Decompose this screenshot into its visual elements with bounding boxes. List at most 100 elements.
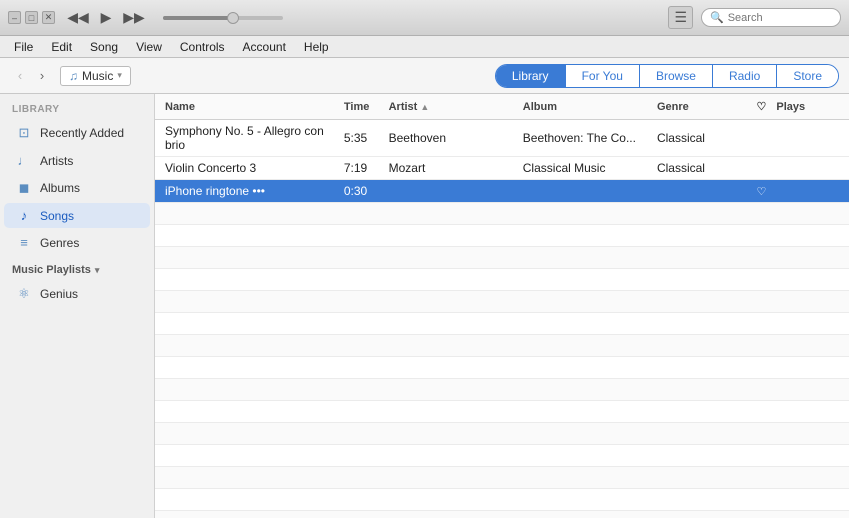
menu-song[interactable]: Song	[82, 38, 126, 56]
table-body: Symphony No. 5 - Allegro con brio 5:35 B…	[155, 120, 849, 518]
table-header: Name Time Artist ▲ Album Genre ♡ Plays	[155, 94, 849, 120]
row-name: iPhone ringtone •••	[165, 184, 344, 198]
tab-for-you[interactable]: For You	[566, 65, 640, 87]
row-artist: Mozart	[389, 161, 523, 175]
menu-view[interactable]: View	[128, 38, 170, 56]
table-row	[155, 313, 849, 335]
close-button[interactable]: ✕	[42, 11, 55, 24]
progress-knob[interactable]	[227, 12, 239, 24]
sidebar-item-label-artists: Artists	[40, 154, 73, 168]
table-row	[155, 291, 849, 313]
table-row	[155, 203, 849, 225]
sidebar-item-artists[interactable]: ♩ Artists	[4, 148, 150, 173]
sidebar-item-label-albums: Albums	[40, 181, 80, 195]
table-row	[155, 357, 849, 379]
sidebar-item-label-genius: Genius	[40, 287, 78, 301]
list-view-icon[interactable]: ☰	[668, 6, 693, 29]
breadcrumb-dropdown-icon: ▾	[117, 70, 122, 81]
sidebar-item-genius[interactable]: ⚛ Genius	[4, 281, 150, 307]
breadcrumb[interactable]: ♫ Music ▾	[60, 66, 131, 86]
nav-arrows: ‹ ›	[10, 66, 52, 86]
content-area: Name Time Artist ▲ Album Genre ♡ Plays	[155, 94, 849, 518]
back-arrow[interactable]: ‹	[10, 66, 30, 86]
col-love-header[interactable]: ♡	[746, 100, 776, 113]
menu-file[interactable]: File	[6, 38, 41, 56]
col-plays-header[interactable]: Plays	[776, 101, 839, 113]
sidebar-item-recently-added[interactable]: ⊡ Recently Added	[4, 120, 150, 146]
back-button[interactable]: ◀◀	[67, 7, 89, 29]
artists-icon: ♩	[16, 153, 32, 168]
library-section-label: Library	[0, 94, 154, 119]
table-row	[155, 445, 849, 467]
albums-icon: ◼	[16, 180, 32, 196]
table-row	[155, 489, 849, 511]
title-bar-right: ☰ 🔍	[668, 6, 841, 29]
table-row	[155, 423, 849, 445]
row-album: Classical Music	[523, 161, 657, 175]
minimize-button[interactable]: –	[8, 11, 21, 24]
progress-fill	[163, 16, 235, 20]
menu-controls[interactable]: Controls	[172, 38, 233, 56]
table-row	[155, 467, 849, 489]
chevron-down-icon: ▾	[95, 265, 100, 276]
title-bar: – □ ✕ ◀◀ ▶ ▶▶ ☰ 🔍	[0, 0, 849, 36]
col-name-header[interactable]: Name	[165, 101, 344, 113]
row-time: 0:30	[344, 184, 389, 198]
table-row	[155, 247, 849, 269]
sidebar-item-label-recently-added: Recently Added	[40, 126, 124, 140]
menu-edit[interactable]: Edit	[43, 38, 80, 56]
table-row	[155, 269, 849, 291]
playlists-header[interactable]: Music Playlists ▾	[0, 256, 154, 280]
row-name: Violin Concerto 3	[165, 161, 344, 175]
love-icon[interactable]: ♡	[746, 185, 776, 198]
row-genre: Classical	[657, 161, 746, 175]
table-row[interactable]: iPhone ringtone ••• 0:30 ♡	[155, 180, 849, 203]
row-genre: Classical	[657, 131, 746, 145]
menu-bar: File Edit Song View Controls Account Hel…	[0, 36, 849, 58]
segment-group: Library For You Browse Radio Store	[495, 64, 839, 88]
table-row[interactable]: Symphony No. 5 - Allegro con brio 5:35 B…	[155, 120, 849, 157]
nav-bar: ‹ › ♫ Music ▾ Library For You Browse Rad…	[0, 58, 849, 94]
sidebar-item-genres[interactable]: ≡ Genres	[4, 230, 150, 255]
table-row	[155, 225, 849, 247]
progress-bar[interactable]	[163, 16, 283, 20]
table-row	[155, 335, 849, 357]
tab-store[interactable]: Store	[777, 65, 838, 87]
table-row	[155, 401, 849, 423]
col-genre-header[interactable]: Genre	[657, 101, 746, 113]
table-row	[155, 379, 849, 401]
table-row	[155, 511, 849, 518]
col-album-header[interactable]: Album	[523, 101, 657, 113]
row-artist: Beethoven	[389, 131, 523, 145]
sidebar-item-albums[interactable]: ◼ Albums	[4, 175, 150, 201]
row-album: Beethoven: The Co...	[523, 131, 657, 145]
tab-radio[interactable]: Radio	[713, 65, 777, 87]
search-bar[interactable]: 🔍	[701, 8, 841, 27]
search-icon: 🔍	[710, 11, 724, 24]
sidebar: Library ⊡ Recently Added ♩ Artists ◼ Alb…	[0, 94, 155, 518]
transport-controls: ◀◀ ▶ ▶▶	[67, 7, 145, 29]
forward-arrow[interactable]: ›	[32, 66, 52, 86]
row-name: Symphony No. 5 - Allegro con brio	[165, 124, 344, 152]
search-input[interactable]	[728, 12, 832, 24]
genius-icon: ⚛	[16, 286, 32, 302]
sort-arrow-artist: ▲	[420, 102, 429, 112]
col-artist-header[interactable]: Artist ▲	[389, 101, 523, 113]
col-time-header[interactable]: Time	[344, 101, 389, 113]
play-button[interactable]: ▶	[95, 7, 117, 29]
recently-added-icon: ⊡	[16, 125, 32, 141]
sidebar-item-label-songs: Songs	[40, 209, 74, 223]
sidebar-item-songs[interactable]: ♪ Songs	[4, 203, 150, 228]
menu-help[interactable]: Help	[296, 38, 337, 56]
songs-icon: ♪	[16, 208, 32, 223]
tab-browse[interactable]: Browse	[640, 65, 713, 87]
tab-library[interactable]: Library	[496, 65, 566, 87]
window-controls[interactable]: – □ ✕	[8, 11, 55, 24]
menu-account[interactable]: Account	[235, 38, 294, 56]
sidebar-item-label-genres: Genres	[40, 236, 79, 250]
row-time: 7:19	[344, 161, 389, 175]
table-row[interactable]: Violin Concerto 3 7:19 Mozart Classical …	[155, 157, 849, 180]
playlists-label: Music Playlists	[12, 264, 91, 276]
forward-button[interactable]: ▶▶	[123, 7, 145, 29]
maximize-button[interactable]: □	[25, 11, 38, 24]
